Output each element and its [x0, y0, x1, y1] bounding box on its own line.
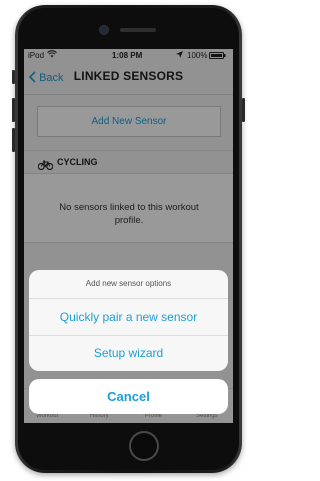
setup-wizard-option[interactable]: Setup wizard — [29, 335, 228, 371]
action-sheet-title: Add new sensor options — [29, 270, 228, 299]
volume-up-button — [12, 98, 15, 122]
volume-down-button — [12, 128, 15, 152]
power-button — [242, 98, 245, 122]
mute-switch — [12, 70, 15, 84]
cancel-button[interactable]: Cancel — [29, 379, 228, 414]
front-camera — [100, 26, 108, 34]
action-sheet: Add new sensor options Quickly pair a ne… — [29, 270, 228, 371]
home-button[interactable] — [129, 431, 159, 461]
app-screen: iPod 1:08 PM 100% Back LINKED SENSORS Ad… — [24, 49, 233, 423]
quick-pair-option[interactable]: Quickly pair a new sensor — [29, 299, 228, 336]
earpiece-speaker — [120, 28, 156, 32]
